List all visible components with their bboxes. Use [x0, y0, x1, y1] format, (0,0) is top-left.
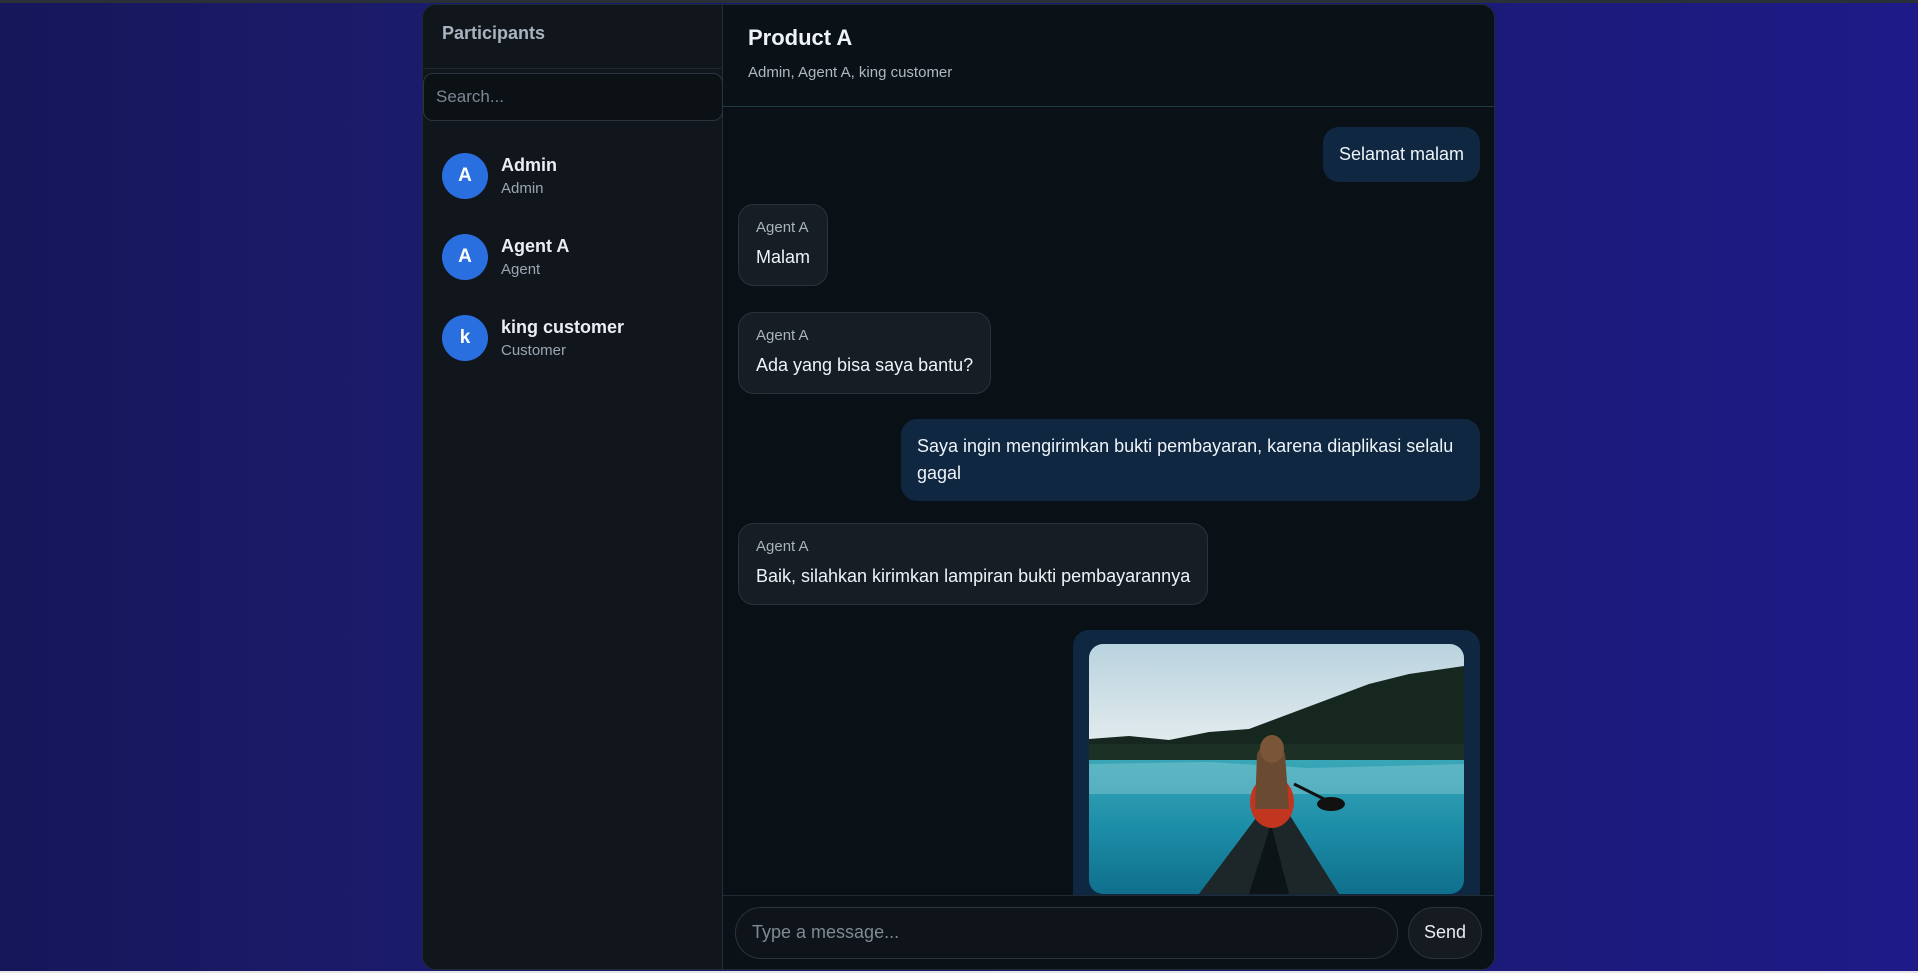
participant-name: Agent A — [501, 235, 570, 256]
message-sender: Agent A — [756, 538, 809, 555]
message-outgoing-image — [1073, 630, 1480, 895]
participant-item-admin[interactable]: A Admin Admin — [423, 135, 722, 216]
message-text: Selamat malam — [1338, 144, 1464, 164]
participant-role: Admin — [501, 179, 544, 197]
send-button[interactable]: Send — [1408, 906, 1482, 959]
attachment-image[interactable] — [1089, 644, 1464, 894]
chat-app: Participants A Admin Admin A Agent A Age… — [422, 4, 1495, 970]
message-list[interactable]: Selamat malam Agent A Malam Agent A Ada … — [723, 107, 1494, 895]
message-text: Malam — [756, 247, 811, 267]
message-outgoing: Selamat malam — [1322, 127, 1480, 182]
lake-canoe-photo — [1089, 644, 1464, 894]
participant-item-king-customer[interactable]: k king customer Customer — [423, 297, 722, 378]
participant-item-agent-a[interactable]: A Agent A Agent — [423, 216, 722, 297]
message-incoming: Agent A Baik, silahkan kirimkan lampiran… — [738, 523, 1209, 605]
message-composer: Send — [723, 895, 1494, 969]
message-sender: Agent A — [756, 327, 809, 344]
sidebar-title: Participants — [423, 5, 722, 69]
message-incoming: Agent A Malam — [738, 204, 829, 286]
avatar: A — [442, 152, 488, 199]
participant-name: Admin — [501, 154, 557, 175]
message-sender: Agent A — [756, 219, 809, 236]
chat-members: Admin, Agent A, king customer — [748, 64, 953, 81]
chat-panel: Product A Admin, Agent A, king customer … — [723, 5, 1494, 969]
search-input[interactable] — [423, 73, 723, 121]
participants-sidebar: Participants A Admin Admin A Agent A Age… — [423, 5, 723, 969]
window-top-border — [0, 0, 1918, 3]
avatar: A — [442, 233, 488, 280]
message-incoming: Agent A Ada yang bisa saya bantu? — [738, 312, 992, 394]
chat-title: Product A — [748, 25, 853, 50]
message-outgoing: Saya ingin mengirimkan bukti pembayaran,… — [901, 419, 1480, 501]
participant-role: Agent — [501, 260, 541, 278]
message-text: Saya ingin mengirimkan bukti pembayaran,… — [917, 436, 1454, 483]
participant-list: A Admin Admin A Agent A Agent k king cus… — [423, 135, 722, 378]
message-input[interactable] — [735, 906, 1398, 959]
participant-role: Customer — [501, 341, 567, 359]
participant-name: king customer — [501, 316, 625, 337]
message-text: Ada yang bisa saya bantu? — [756, 355, 974, 375]
avatar: k — [442, 314, 488, 361]
message-text: Baik, silahkan kirimkan lampiran bukti p… — [756, 566, 1191, 586]
chat-header: Product A Admin, Agent A, king customer — [723, 5, 1494, 107]
